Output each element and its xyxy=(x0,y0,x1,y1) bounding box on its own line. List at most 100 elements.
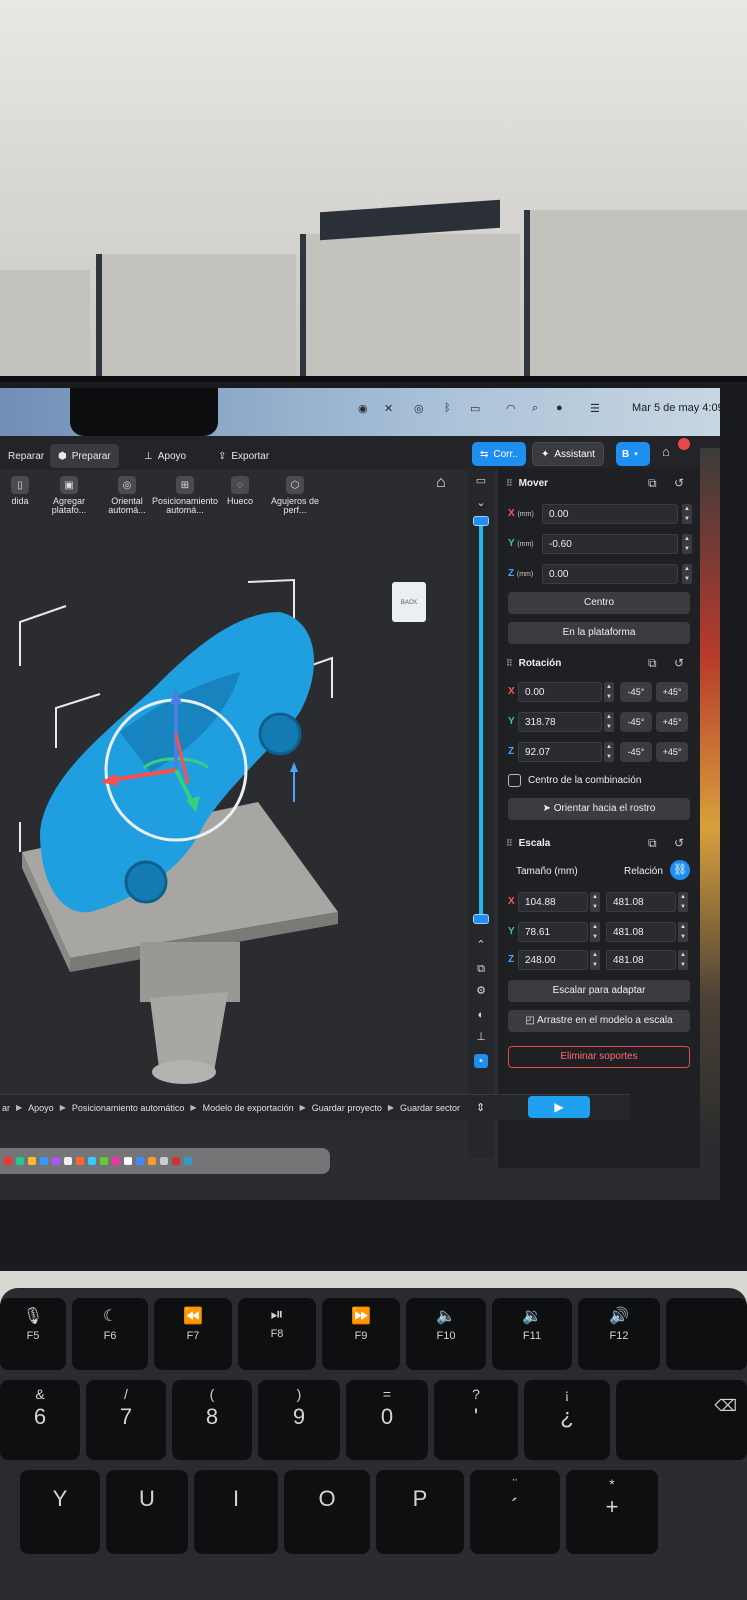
control-center-icon[interactable]: ☰ xyxy=(590,402,600,415)
move-y-stepper[interactable]: ▲ ▼ xyxy=(682,534,692,554)
move-x-input[interactable]: 0.00 xyxy=(542,504,678,524)
panel-toggle-icon[interactable]: ▭ xyxy=(474,474,488,488)
key-f9[interactable]: ⏩ F9 xyxy=(322,1298,400,1370)
airdrop-icon[interactable]: ◎ xyxy=(414,402,424,415)
move-z-stepper[interactable]: ▲ ▼ xyxy=(682,564,692,584)
key-accent[interactable]: ¨ ´ xyxy=(470,1470,560,1554)
key-plus[interactable]: * + xyxy=(566,1470,658,1554)
key-6[interactable]: & 6 xyxy=(0,1380,80,1460)
drag-handle-icon[interactable]: ⠿ xyxy=(506,478,513,489)
key-f6[interactable]: ☾ F6 xyxy=(72,1298,148,1370)
crumb-item[interactable]: Posicionamiento automático xyxy=(72,1103,185,1113)
mute-icon[interactable]: ✕ xyxy=(384,402,393,415)
tab-export[interactable]: ⇪ Exportar xyxy=(210,444,277,468)
rotation-z-minus-button[interactable]: -45° xyxy=(620,742,652,762)
expand-toggle-icon[interactable]: ⇕ xyxy=(476,1101,485,1114)
dock-app-icon[interactable] xyxy=(64,1157,72,1165)
move-section-header[interactable]: ⠿ Mover xyxy=(506,478,548,489)
crumb-item[interactable]: Guardar sector xyxy=(400,1103,460,1113)
layer-slider-bottom-handle[interactable] xyxy=(473,914,489,924)
profile-button[interactable]: B ▾ xyxy=(616,442,650,466)
crumb-item[interactable]: ar xyxy=(2,1103,10,1113)
reset-icon[interactable]: ↺ xyxy=(674,476,684,490)
scale-z-size-input[interactable]: 248.00 xyxy=(518,950,588,970)
remove-supports-button[interactable]: Eliminar soportes xyxy=(508,1046,690,1068)
assistant-button[interactable]: ✦ Assistant xyxy=(532,442,604,466)
dock-app-icon[interactable] xyxy=(16,1157,24,1165)
key-inverted-question[interactable]: ¡ ¿ xyxy=(524,1380,610,1460)
rotation-y-plus-button[interactable]: +45° xyxy=(656,712,688,732)
scale-y-ratio-stepper[interactable]: ▲ ▼ xyxy=(678,922,688,942)
rotation-x-minus-button[interactable]: -45° xyxy=(620,682,652,702)
rotation-y-stepper[interactable]: ▲ ▼ xyxy=(604,712,614,732)
scale-x-size-input[interactable]: 104.88 xyxy=(518,892,588,912)
dock-app-icon[interactable] xyxy=(136,1157,144,1165)
active-tool-icon[interactable]: ▪ xyxy=(474,1054,488,1068)
3d-viewport[interactable]: ⌂ BACK xyxy=(0,472,468,1162)
key-7[interactable]: / 7 xyxy=(86,1380,166,1460)
key-0[interactable]: = 0 xyxy=(346,1380,428,1460)
drag-scale-button[interactable]: ◰ Arrastre en el modelo a escala xyxy=(508,1010,690,1032)
key-p[interactable]: P xyxy=(376,1470,464,1554)
key-f7[interactable]: ⏪ F7 xyxy=(154,1298,232,1370)
scale-z-ratio-stepper[interactable]: ▲ ▼ xyxy=(678,950,688,970)
copy-icon[interactable]: ⧉ xyxy=(648,836,657,851)
layer-slider-top-handle[interactable] xyxy=(473,516,489,526)
tab-support[interactable]: ⊥ Apoyo xyxy=(136,444,194,468)
chevron-down-icon[interactable]: ⌄ xyxy=(474,496,488,510)
settings-icon[interactable]: ⚙ xyxy=(474,984,488,998)
dock-app-icon[interactable] xyxy=(28,1157,36,1165)
rotation-z-input[interactable]: 92.07 xyxy=(518,742,602,762)
key-8[interactable]: ( 8 xyxy=(172,1380,252,1460)
scale-to-fit-button[interactable]: Escalar para adaptar xyxy=(508,980,690,1002)
tab-prepare[interactable]: ⬢ Preparar xyxy=(50,444,119,468)
rotation-section-header[interactable]: ⠿ Rotación xyxy=(506,658,561,669)
crumb-item[interactable]: Modelo de exportación xyxy=(203,1103,294,1113)
rotation-y-minus-button[interactable]: -45° xyxy=(620,712,652,732)
key-o[interactable]: O xyxy=(284,1470,370,1554)
search-icon[interactable]: ⌕ xyxy=(532,402,538,415)
layer-slider-track[interactable] xyxy=(479,520,483,920)
menu-clock[interactable]: Mar 5 de may 4:09 p.m. xyxy=(632,402,720,414)
key-y[interactable]: Y xyxy=(20,1470,100,1554)
dock-app-icon[interactable] xyxy=(76,1157,84,1165)
dock-app-icon[interactable] xyxy=(148,1157,156,1165)
dock-app-icon[interactable] xyxy=(40,1157,48,1165)
combo-center-checkbox[interactable] xyxy=(508,774,521,787)
slice-play-button[interactable]: ▶ xyxy=(528,1096,590,1118)
dock-app-icon[interactable] xyxy=(4,1157,12,1165)
key-delete[interactable]: ⌫ xyxy=(616,1380,747,1460)
lock-ratio-icon[interactable]: ⛓ xyxy=(670,860,690,880)
home-icon[interactable]: ⌂ xyxy=(662,444,670,459)
screen-record-icon[interactable]: ◉ xyxy=(358,402,368,415)
rotation-z-stepper[interactable]: ▲ ▼ xyxy=(604,742,614,762)
reset-icon[interactable]: ↺ xyxy=(674,656,684,670)
dock-app-icon[interactable] xyxy=(172,1157,180,1165)
user-icon[interactable]: ● xyxy=(556,402,563,414)
dock-app-icon[interactable] xyxy=(112,1157,120,1165)
dock-app-icon[interactable] xyxy=(124,1157,132,1165)
key-f12[interactable]: 🔊 F12 xyxy=(578,1298,660,1370)
key-f11[interactable]: 🔉 F11 xyxy=(492,1298,572,1370)
tab-repair[interactable]: Reparar xyxy=(0,444,52,468)
key-f10[interactable]: 🔈 F10 xyxy=(406,1298,486,1370)
crumb-item[interactable]: Guardar proyecto xyxy=(312,1103,382,1113)
scale-x-size-stepper[interactable]: ▲ ▼ xyxy=(590,892,600,912)
key-9[interactable]: ) 9 xyxy=(258,1380,340,1460)
center-button[interactable]: Centro xyxy=(508,592,690,614)
support-tool-icon[interactable]: ⊥ xyxy=(474,1030,488,1044)
scale-x-ratio-stepper[interactable]: ▲ ▼ xyxy=(678,892,688,912)
copy-icon[interactable]: ⧉ xyxy=(648,476,657,491)
compass-icon[interactable]: ◐ xyxy=(474,1008,488,1022)
dock-app-icon[interactable] xyxy=(184,1157,192,1165)
scale-z-size-stepper[interactable]: ▲ ▼ xyxy=(590,950,600,970)
key-touch-id[interactable] xyxy=(666,1298,747,1370)
scale-z-ratio-input[interactable]: 481.08 xyxy=(606,950,676,970)
corr-button[interactable]: ⇆ Corr.. xyxy=(472,442,526,466)
key-i[interactable]: I xyxy=(194,1470,278,1554)
key-apostrophe[interactable]: ? ' xyxy=(434,1380,518,1460)
rotation-x-input[interactable]: 0.00 xyxy=(518,682,602,702)
wifi-icon[interactable]: ◠ xyxy=(506,402,516,415)
drag-handle-icon[interactable]: ⠿ xyxy=(506,658,513,669)
dock-app-icon[interactable] xyxy=(88,1157,96,1165)
